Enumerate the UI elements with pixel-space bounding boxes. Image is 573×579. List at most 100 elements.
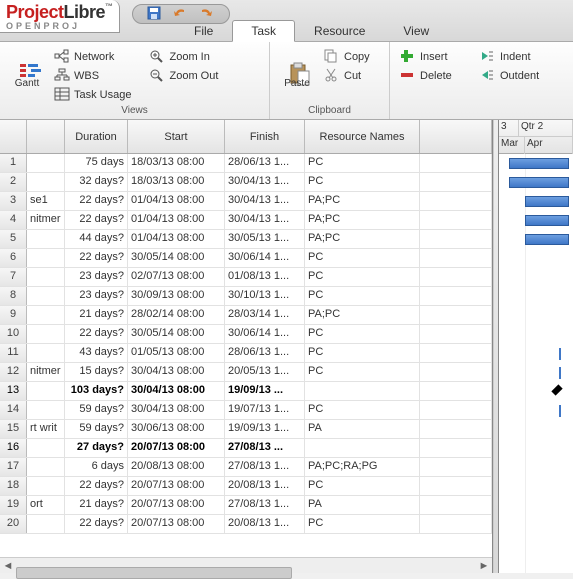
cell-name[interactable]	[27, 154, 65, 172]
cell-duration[interactable]: 32 days?	[65, 173, 128, 191]
cell-finish[interactable]: 20/08/13 1...	[225, 515, 305, 533]
tab-file[interactable]: File	[175, 20, 232, 42]
cell-duration[interactable]: 23 days?	[65, 268, 128, 286]
cell-name[interactable]	[27, 401, 65, 419]
cell-blank[interactable]	[420, 382, 492, 400]
cell-resources[interactable]	[305, 382, 420, 400]
row-id[interactable]: 11	[0, 344, 27, 362]
cell-resources[interactable]: PC	[305, 515, 420, 533]
col-header-name[interactable]	[27, 120, 65, 153]
insert-button[interactable]: Insert	[396, 48, 456, 65]
wbs-button[interactable]: WBS	[50, 67, 135, 84]
copy-button[interactable]: Copy	[320, 48, 374, 65]
cell-name[interactable]	[27, 382, 65, 400]
cell-finish[interactable]: 27/08/13 ...	[225, 439, 305, 457]
cell-start[interactable]: 30/04/13 08:00	[128, 363, 225, 381]
paste-button[interactable]: Paste	[276, 46, 318, 104]
cell-name[interactable]: se1	[27, 192, 65, 210]
cell-finish[interactable]: 30/06/14 1...	[225, 325, 305, 343]
cut-button[interactable]: Cut	[320, 67, 374, 84]
scroll-left-icon[interactable]: ◄	[0, 559, 16, 573]
cell-duration[interactable]: 59 days?	[65, 420, 128, 438]
row-id[interactable]: 4	[0, 211, 27, 229]
cell-blank[interactable]	[420, 401, 492, 419]
sheet-body[interactable]: 175 days18/03/13 08:0028/06/13 1...PC232…	[0, 154, 492, 557]
tab-resource[interactable]: Resource	[295, 20, 384, 42]
cell-name[interactable]	[27, 515, 65, 533]
cell-blank[interactable]	[420, 306, 492, 324]
row-id[interactable]: 3	[0, 192, 27, 210]
cell-blank[interactable]	[420, 439, 492, 457]
cell-blank[interactable]	[420, 515, 492, 533]
network-button[interactable]: Network	[50, 48, 135, 65]
cell-resources[interactable]: PC	[305, 325, 420, 343]
table-row[interactable]: 232 days?18/03/13 08:0030/04/13 1...PC	[0, 173, 492, 192]
table-row[interactable]: 175 days18/03/13 08:0028/06/13 1...PC	[0, 154, 492, 173]
row-id[interactable]: 8	[0, 287, 27, 305]
gantt-bar[interactable]	[525, 215, 569, 226]
row-id[interactable]: 2	[0, 173, 27, 191]
cell-finish[interactable]: 30/05/13 1...	[225, 230, 305, 248]
cell-start[interactable]: 20/07/13 08:00	[128, 496, 225, 514]
cell-resources[interactable]: PA;PC	[305, 306, 420, 324]
row-id[interactable]: 1	[0, 154, 27, 172]
cell-finish[interactable]: 30/04/13 1...	[225, 173, 305, 191]
row-id[interactable]: 6	[0, 249, 27, 267]
cell-start[interactable]: 30/04/13 08:00	[128, 401, 225, 419]
cell-start[interactable]: 20/07/13 08:00	[128, 477, 225, 495]
cell-blank[interactable]	[420, 173, 492, 191]
row-id[interactable]: 17	[0, 458, 27, 476]
col-header-resources[interactable]: Resource Names	[305, 120, 420, 153]
table-row[interactable]: 1143 days?01/05/13 08:0028/06/13 1...PC	[0, 344, 492, 363]
gantt-bar[interactable]	[525, 196, 569, 207]
cell-start[interactable]: 30/06/13 08:00	[128, 420, 225, 438]
cell-finish[interactable]: 20/08/13 1...	[225, 477, 305, 495]
cell-resources[interactable]: PC	[305, 344, 420, 362]
cell-duration[interactable]: 59 days?	[65, 401, 128, 419]
row-id[interactable]: 20	[0, 515, 27, 533]
row-id[interactable]: 12	[0, 363, 27, 381]
cell-duration[interactable]: 22 days?	[65, 192, 128, 210]
cell-blank[interactable]	[420, 287, 492, 305]
table-row[interactable]: 15rt writ59 days?30/06/13 08:0019/09/13 …	[0, 420, 492, 439]
cell-finish[interactable]: 19/09/13 1...	[225, 420, 305, 438]
cell-blank[interactable]	[420, 249, 492, 267]
cell-name[interactable]	[27, 344, 65, 362]
cell-name[interactable]	[27, 325, 65, 343]
cell-start[interactable]: 30/05/14 08:00	[128, 249, 225, 267]
table-row[interactable]: 544 days?01/04/13 08:0030/05/13 1...PA;P…	[0, 230, 492, 249]
gantt-button[interactable]: Gantt	[6, 46, 48, 104]
hscrollbar[interactable]: ◄ ►	[0, 557, 492, 573]
cell-name[interactable]	[27, 306, 65, 324]
table-row[interactable]: 622 days?30/05/14 08:0030/06/14 1...PC	[0, 249, 492, 268]
row-id[interactable]: 15	[0, 420, 27, 438]
row-id[interactable]: 13	[0, 382, 27, 400]
cell-blank[interactable]	[420, 344, 492, 362]
table-row[interactable]: 1627 days?20/07/13 08:0027/08/13 ...	[0, 439, 492, 458]
cell-start[interactable]: 01/04/13 08:00	[128, 211, 225, 229]
table-row[interactable]: 13103 days?30/04/13 08:0019/09/13 ...	[0, 382, 492, 401]
row-id[interactable]: 14	[0, 401, 27, 419]
cell-start[interactable]: 28/02/14 08:00	[128, 306, 225, 324]
gantt-chart[interactable]: 3 Qtr 2 Mar Apr	[499, 120, 573, 573]
cell-duration[interactable]: 75 days	[65, 154, 128, 172]
cell-finish[interactable]: 19/09/13 ...	[225, 382, 305, 400]
cell-start[interactable]: 30/09/13 08:00	[128, 287, 225, 305]
cell-duration[interactable]: 44 days?	[65, 230, 128, 248]
cell-resources[interactable]: PA;PC;RA;PG	[305, 458, 420, 476]
cell-resources[interactable]: PC	[305, 249, 420, 267]
cell-duration[interactable]: 22 days?	[65, 249, 128, 267]
cell-finish[interactable]: 30/04/13 1...	[225, 211, 305, 229]
cell-duration[interactable]: 23 days?	[65, 287, 128, 305]
cell-name[interactable]	[27, 439, 65, 457]
cell-duration[interactable]: 22 days?	[65, 477, 128, 495]
cell-duration[interactable]: 22 days?	[65, 515, 128, 533]
cell-blank[interactable]	[420, 363, 492, 381]
indent-button[interactable]: Indent	[476, 48, 543, 65]
cell-name[interactable]	[27, 287, 65, 305]
col-header-finish[interactable]: Finish	[225, 120, 305, 153]
cell-start[interactable]: 30/05/14 08:00	[128, 325, 225, 343]
table-row[interactable]: 823 days?30/09/13 08:0030/10/13 1...PC	[0, 287, 492, 306]
cell-blank[interactable]	[420, 420, 492, 438]
row-id[interactable]: 10	[0, 325, 27, 343]
